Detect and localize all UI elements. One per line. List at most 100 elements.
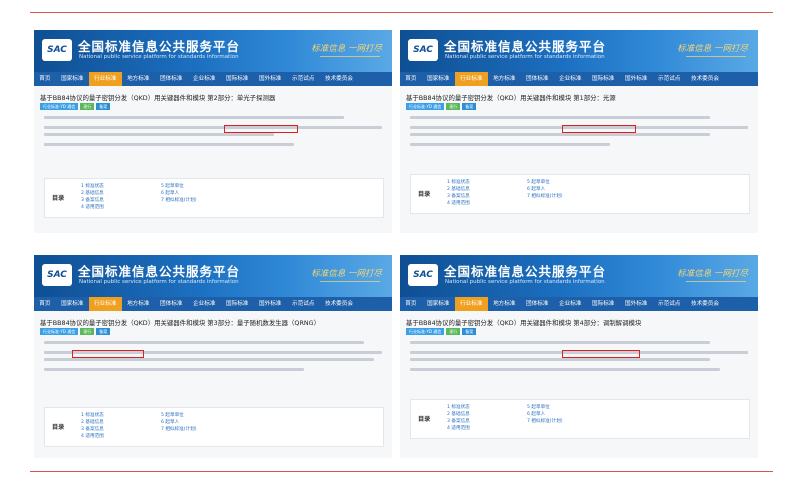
nav-item-4[interactable]: 地方标准 bbox=[488, 72, 521, 86]
toc-link[interactable]: 6 起草人 bbox=[527, 186, 563, 193]
nav-item-10[interactable]: 技术委员会 bbox=[686, 297, 725, 311]
nav-item-7[interactable]: 国际标准 bbox=[221, 297, 254, 311]
nav-item-8[interactable]: 国外标准 bbox=[254, 297, 287, 311]
highlight-box bbox=[562, 350, 640, 358]
toc-link[interactable]: 7 相似标准(计划) bbox=[161, 197, 197, 204]
nav-item-3[interactable]: 行业标准 bbox=[88, 297, 122, 311]
toc-link[interactable]: 3 备案信息 bbox=[447, 193, 470, 200]
toc-link[interactable]: 2 基础信息 bbox=[447, 411, 470, 418]
nav-item-4[interactable]: 地方标准 bbox=[122, 297, 155, 311]
toc-link[interactable]: 1 标准状态 bbox=[447, 179, 470, 186]
site-slogan: 标准信息 一网打尽 bbox=[311, 269, 382, 279]
nav-item-6[interactable]: 企业标准 bbox=[188, 297, 221, 311]
toc-link[interactable]: 7 相似标准(计划) bbox=[527, 418, 563, 425]
standard-title: 基于BB84协议的量子密钥分发（QKD）用关键器件和模块 第2部分：单光子探测器 bbox=[40, 94, 276, 102]
toc-link[interactable]: 5 起草单位 bbox=[161, 412, 197, 419]
nav-item-3[interactable]: 行业标准 bbox=[454, 297, 488, 311]
standard-description bbox=[410, 116, 748, 152]
toc-link[interactable]: 6 起草人 bbox=[527, 411, 563, 418]
sac-logo[interactable]: SAC bbox=[408, 39, 438, 61]
toc-link[interactable]: 4 适用范围 bbox=[447, 200, 470, 207]
nav-item-8[interactable]: 国外标准 bbox=[620, 72, 653, 86]
nav-item-10[interactable]: 技术委员会 bbox=[686, 72, 725, 86]
toc-link[interactable]: 5 起草单位 bbox=[527, 404, 563, 411]
toc-link[interactable]: 6 起草人 bbox=[161, 190, 197, 197]
nav-item-1[interactable]: 首页 bbox=[400, 72, 422, 86]
text-line bbox=[44, 358, 374, 361]
nav-item-6[interactable]: 企业标准 bbox=[188, 72, 221, 86]
nav-item-5[interactable]: 团体标准 bbox=[521, 72, 554, 86]
nav-item-10[interactable]: 技术委员会 bbox=[320, 72, 359, 86]
toc-link[interactable]: 5 起草单位 bbox=[161, 183, 197, 190]
nav-item-9[interactable]: 示范试点 bbox=[653, 72, 686, 86]
site-subtitle: National public service platform for sta… bbox=[79, 54, 239, 60]
site-title: 全国标准信息公共服务平台 bbox=[444, 264, 607, 279]
nav-item-3[interactable]: 行业标准 bbox=[454, 72, 488, 86]
nav-item-3[interactable]: 行业标准 bbox=[88, 72, 122, 86]
toc-link[interactable]: 1 标准状态 bbox=[447, 404, 470, 411]
nav-item-7[interactable]: 国际标准 bbox=[587, 297, 620, 311]
sac-logo[interactable]: SAC bbox=[408, 264, 438, 286]
toc-link[interactable]: 7 相似标准(计划) bbox=[527, 193, 563, 200]
sac-logo[interactable]: SAC bbox=[42, 39, 72, 61]
nav-item-7[interactable]: 国际标准 bbox=[221, 72, 254, 86]
toc-column-2: 5 起草单位 6 起草人 7 相似标准(计划) bbox=[527, 179, 563, 200]
top-red-rule bbox=[30, 12, 773, 13]
nav-item-4[interactable]: 地方标准 bbox=[122, 72, 155, 86]
nav-item-10[interactable]: 技术委员会 bbox=[320, 297, 359, 311]
tag-2: 现行 bbox=[446, 328, 461, 335]
nav-item-5[interactable]: 团体标准 bbox=[155, 297, 188, 311]
nav-item-9[interactable]: 示范试点 bbox=[287, 72, 320, 86]
nav-item-2[interactable]: 国家标准 bbox=[56, 72, 89, 86]
toc-link[interactable]: 1 标准状态 bbox=[81, 183, 104, 190]
toc-link[interactable]: 7 相似标准(计划) bbox=[161, 426, 197, 433]
toc-label: 目录 bbox=[418, 416, 431, 423]
nav-item-9[interactable]: 示范试点 bbox=[653, 297, 686, 311]
nav-item-2[interactable]: 国家标准 bbox=[56, 297, 89, 311]
standard-description bbox=[44, 341, 382, 377]
text-line bbox=[44, 116, 344, 119]
toc-link[interactable]: 2 基础信息 bbox=[81, 419, 104, 426]
toc-link[interactable]: 3 备案信息 bbox=[447, 418, 470, 425]
nav-item-8[interactable]: 国外标准 bbox=[620, 297, 653, 311]
nav-item-1[interactable]: 首页 bbox=[34, 297, 56, 311]
sac-logo[interactable]: SAC bbox=[42, 264, 72, 286]
nav-item-1[interactable]: 首页 bbox=[400, 297, 422, 311]
toc-link[interactable]: 6 起草人 bbox=[161, 419, 197, 426]
nav-item-2[interactable]: 国家标准 bbox=[422, 72, 455, 86]
site-banner: SAC 全国标准信息公共服务平台 National public service… bbox=[34, 30, 392, 72]
main-nav: 首页 国家标准 行业标准 地方标准 团体标准 企业标准 国际标准 国外标准 示范试点 技术委员会 bbox=[400, 72, 758, 86]
text-line bbox=[44, 142, 294, 146]
slogan-underline bbox=[320, 281, 380, 282]
toc-link[interactable]: 5 起草单位 bbox=[527, 179, 563, 186]
toc-link[interactable]: 1 标准状态 bbox=[81, 412, 104, 419]
nav-item-8[interactable]: 国外标准 bbox=[254, 72, 287, 86]
toc-link[interactable]: 3 备案信息 bbox=[81, 197, 104, 204]
tag-2: 现行 bbox=[80, 328, 95, 335]
nav-item-5[interactable]: 团体标准 bbox=[155, 72, 188, 86]
toc-link[interactable]: 2 基础信息 bbox=[81, 190, 104, 197]
main-nav: 首页 国家标准 行业标准 地方标准 团体标准 企业标准 国际标准 国外标准 示范试点 技术委员会 bbox=[400, 297, 758, 311]
nav-item-4[interactable]: 地方标准 bbox=[488, 297, 521, 311]
standard-detail: 基于BB84协议的量子密钥分发（QKD）用关键器件和模块 第4部分：调制解调模块… bbox=[400, 311, 758, 458]
standard-description bbox=[44, 116, 382, 152]
nav-item-5[interactable]: 团体标准 bbox=[521, 297, 554, 311]
toc-link[interactable]: 4 适用范围 bbox=[81, 433, 104, 440]
site-subtitle: National public service platform for sta… bbox=[445, 279, 605, 285]
toc-column-1: 1 标准状态 2 基础信息 3 备案信息 4 适用范围 bbox=[81, 183, 104, 211]
tag-1: 行业标准-YD 通信 bbox=[406, 328, 445, 335]
site-slogan: 标准信息 一网打尽 bbox=[311, 44, 382, 54]
screenshot-panel-4: SAC 全国标准信息公共服务平台 National public service… bbox=[400, 255, 758, 458]
nav-item-6[interactable]: 企业标准 bbox=[554, 297, 587, 311]
nav-item-2[interactable]: 国家标准 bbox=[422, 297, 455, 311]
standard-detail: 基于BB84协议的量子密钥分发（QKD）用关键器件和模块 第3部分：量子随机数发… bbox=[34, 311, 392, 458]
nav-item-1[interactable]: 首页 bbox=[34, 72, 56, 86]
tag-3: 备案 bbox=[462, 328, 477, 335]
nav-item-6[interactable]: 企业标准 bbox=[554, 72, 587, 86]
toc-link[interactable]: 2 基础信息 bbox=[447, 186, 470, 193]
nav-item-9[interactable]: 示范试点 bbox=[287, 297, 320, 311]
toc-link[interactable]: 3 备案信息 bbox=[81, 426, 104, 433]
toc-link[interactable]: 4 适用范围 bbox=[81, 204, 104, 211]
toc-link[interactable]: 4 适用范围 bbox=[447, 425, 470, 432]
nav-item-7[interactable]: 国际标准 bbox=[587, 72, 620, 86]
